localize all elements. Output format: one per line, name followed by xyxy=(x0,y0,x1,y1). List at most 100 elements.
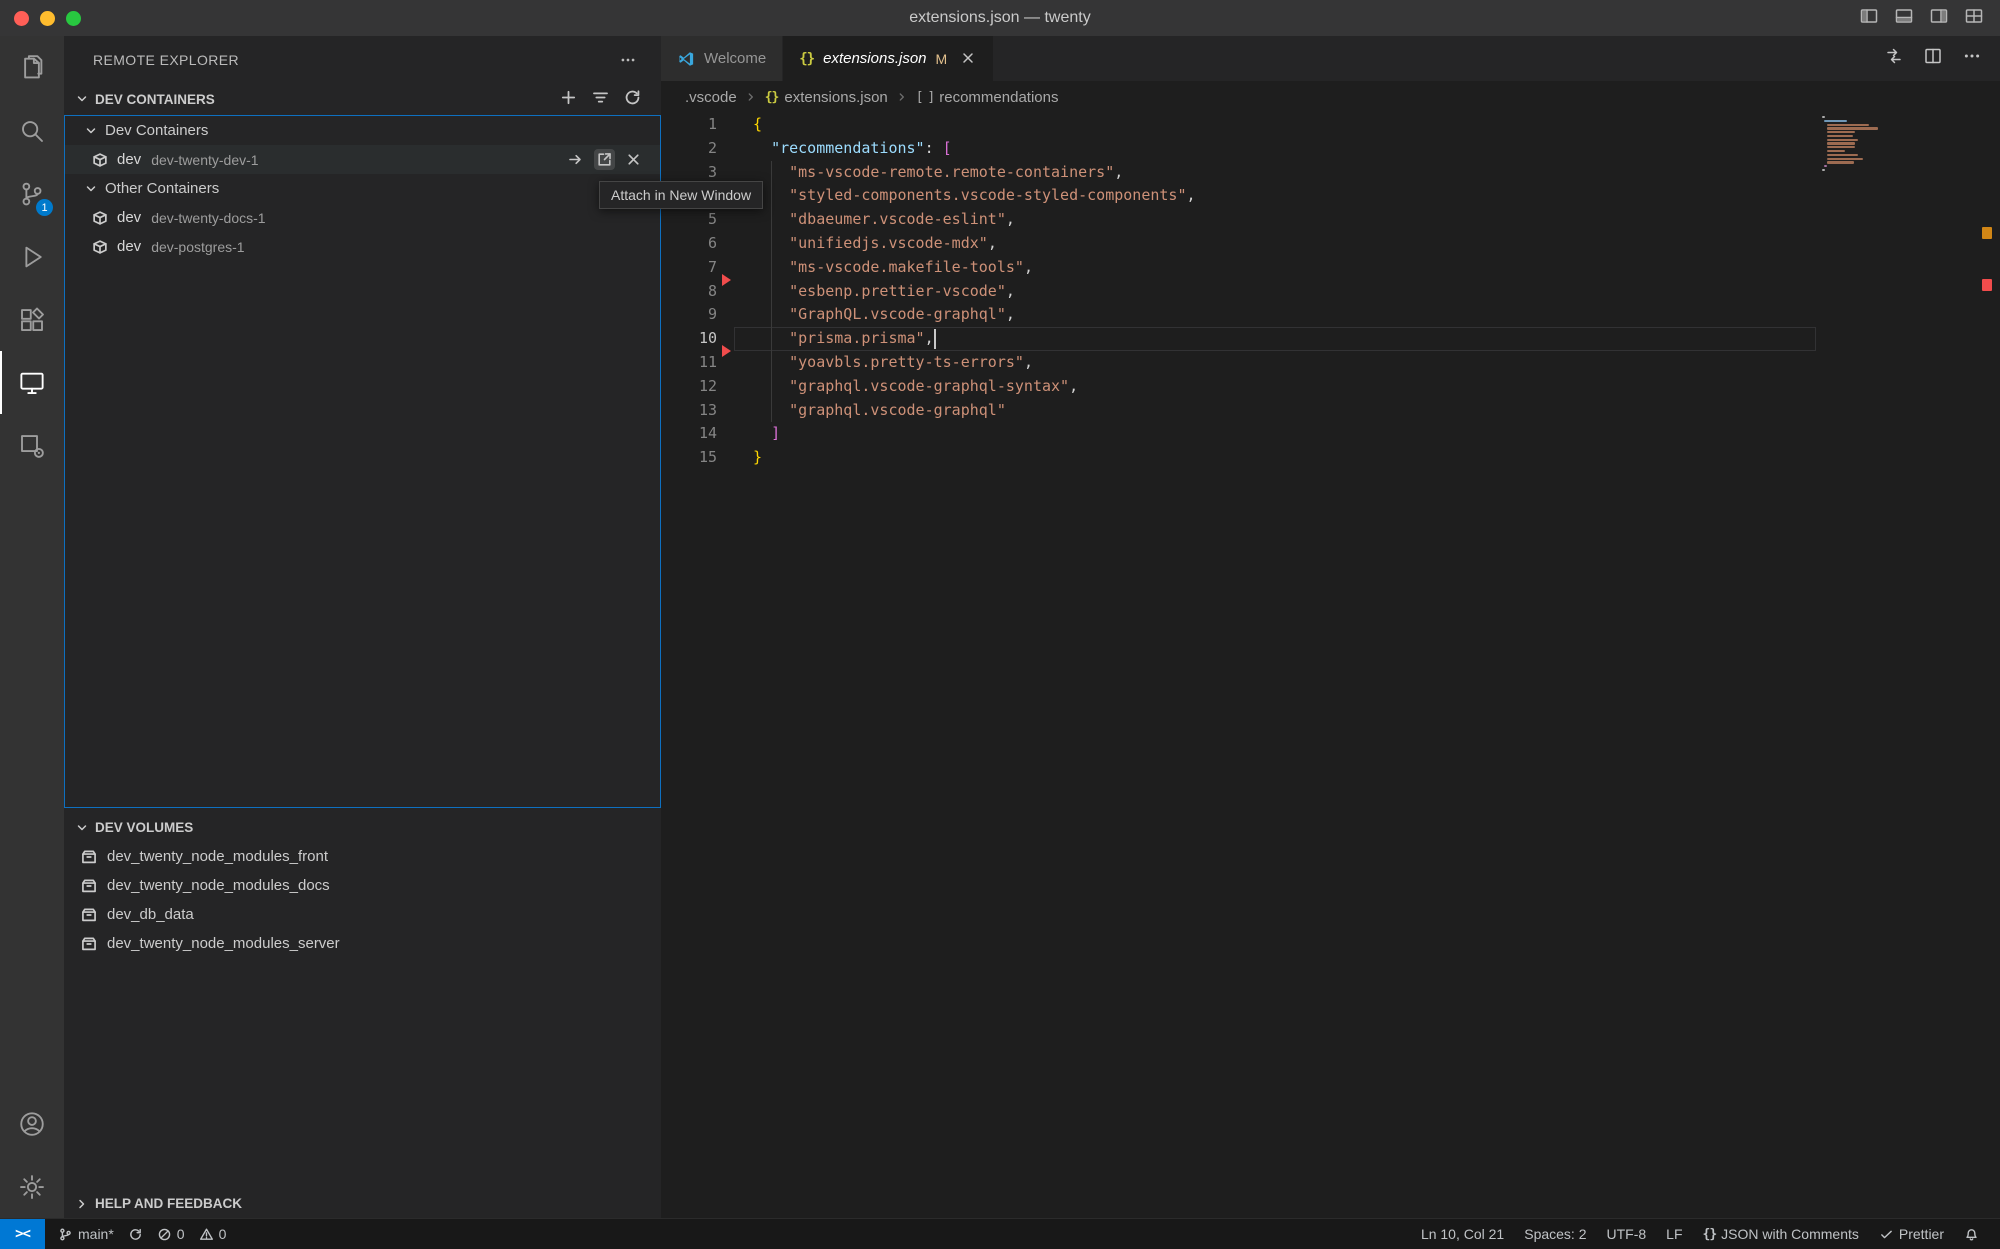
status-language-mode[interactable]: {}JSON with Comments xyxy=(1698,1219,1864,1249)
status-eol-label: LF xyxy=(1666,1226,1682,1242)
split-editor-button[interactable] xyxy=(1923,46,1943,71)
section-header-help-and-feedback[interactable]: HELP AND FEEDBACK xyxy=(64,1189,661,1218)
line-number: 11 xyxy=(661,351,753,375)
stop-container-button[interactable] xyxy=(623,149,644,170)
container-item[interactable]: devdev-postgres-1 xyxy=(65,232,660,261)
sidebar-title-bar: REMOTE EXPLORER xyxy=(64,36,661,83)
titlebar-layout-panel-button[interactable] xyxy=(1894,6,1914,31)
run-debug-icon xyxy=(17,242,47,272)
line-number: 12 xyxy=(661,375,753,399)
filter-button[interactable] xyxy=(591,88,610,110)
layout-sidebar-right-icon xyxy=(1929,6,1949,26)
status-branch[interactable]: main* xyxy=(53,1219,119,1249)
volume-name: dev_db_data xyxy=(107,906,194,923)
code-line-15[interactable]: 15} xyxy=(661,446,2000,470)
close-window-button[interactable] xyxy=(14,11,29,26)
zoom-window-button[interactable] xyxy=(66,11,81,26)
tree-group-other-containers[interactable]: Other Containers xyxy=(65,174,660,203)
status-bar-left: main* 00 xyxy=(45,1219,231,1249)
line-number: 10 xyxy=(661,327,753,351)
section-header-dev-volumes[interactable]: DEV VOLUMES xyxy=(64,813,661,842)
status-encoding[interactable]: UTF-8 xyxy=(1602,1219,1652,1249)
tab-extensions-json[interactable]: {}extensions.jsonM xyxy=(783,36,994,81)
line-number: 7 xyxy=(661,256,753,280)
code-line-9[interactable]: 9 "GraphQL.vscode-graphql", xyxy=(661,303,2000,327)
more-button[interactable] xyxy=(1962,46,1982,71)
more-actions-icon[interactable] xyxy=(619,51,637,69)
breadcrumb-separator xyxy=(744,90,758,104)
status-language-mode-label: JSON with Comments xyxy=(1721,1226,1859,1242)
minimize-window-button[interactable] xyxy=(40,11,55,26)
volume-item[interactable]: dev_twenty_node_modules_front xyxy=(64,842,661,871)
status-formatter[interactable]: Prettier xyxy=(1874,1219,1949,1249)
add-button[interactable] xyxy=(559,88,578,110)
code-line-1[interactable]: 1{ xyxy=(661,113,2000,137)
code-line-14[interactable]: 14 ] xyxy=(661,422,2000,446)
container-item[interactable]: devdev-twenty-dev-1 xyxy=(65,145,660,174)
breadcrumb-item[interactable]: .vscode xyxy=(685,89,737,106)
open-changes-button[interactable] xyxy=(1884,46,1904,71)
status-sync[interactable] xyxy=(123,1219,148,1249)
breadcrumb-item[interactable]: [ ]recommendations xyxy=(916,89,1059,106)
more-icon xyxy=(1962,46,1982,66)
volume-item[interactable]: dev_db_data xyxy=(64,900,661,929)
titlebar-layout-sidebar-button[interactable] xyxy=(1859,6,1879,31)
code-line-5[interactable]: 5 "dbaeumer.vscode-eslint", xyxy=(661,208,2000,232)
status-notifications[interactable] xyxy=(1959,1219,1984,1249)
status-errors[interactable]: 0 xyxy=(152,1219,190,1249)
attach-current-window-button[interactable] xyxy=(565,149,586,170)
containers-icon xyxy=(17,431,47,461)
container-item[interactable]: devdev-twenty-docs-1 xyxy=(65,203,660,232)
editor-actions xyxy=(1884,36,2000,81)
code-line-3[interactable]: 3 "ms-vscode-remote.remote-containers", xyxy=(661,161,2000,185)
code-text: ] xyxy=(753,422,780,446)
status-cursor-position[interactable]: Ln 10, Col 21 xyxy=(1416,1219,1509,1249)
minimap[interactable] xyxy=(1822,116,1893,173)
code-text: "graphql.vscode-graphql" xyxy=(753,399,1006,423)
activity-extensions[interactable] xyxy=(0,288,64,351)
code-line-11[interactable]: 11 "yoavbls.pretty-ts-errors", xyxy=(661,351,2000,375)
activity-containers[interactable] xyxy=(0,414,64,477)
tab-welcome[interactable]: Welcome xyxy=(661,36,783,81)
code-line-7[interactable]: 7 "ms-vscode.makefile-tools", xyxy=(661,256,2000,280)
status-indentation[interactable]: Spaces: 2 xyxy=(1519,1219,1591,1249)
activity-run-debug[interactable] xyxy=(0,225,64,288)
activity-accounts[interactable] xyxy=(0,1092,64,1155)
code-line-8[interactable]: 8 "esbenp.prettier-vscode", xyxy=(661,280,2000,304)
code-line-13[interactable]: 13 "graphql.vscode-graphql" xyxy=(661,399,2000,423)
code-line-2[interactable]: 2 "recommendations": [ xyxy=(661,137,2000,161)
status-warnings[interactable]: 0 xyxy=(194,1219,232,1249)
section-header-dev-containers[interactable]: DEV CONTAINERS xyxy=(64,83,661,115)
titlebar-layout-grid-button[interactable] xyxy=(1964,6,1984,31)
code-text: "ms-vscode.makefile-tools", xyxy=(753,256,1033,280)
attach-new-window-button[interactable] xyxy=(594,149,615,170)
breadcrumb-item[interactable]: {}extensions.json xyxy=(765,89,888,106)
code-line-10[interactable]: 10 "prisma.prisma", xyxy=(661,327,2000,351)
titlebar-layout-sidebar-right-button[interactable] xyxy=(1929,6,1949,31)
status-eol[interactable]: LF xyxy=(1661,1219,1687,1249)
remote-indicator[interactable]: >< xyxy=(0,1219,45,1249)
code-text: "ms-vscode-remote.remote-containers", xyxy=(753,161,1123,185)
refresh-icon xyxy=(623,88,642,107)
activity-source-control[interactable]: 1 xyxy=(0,162,64,225)
code-line-6[interactable]: 6 "unifiedjs.vscode-mdx", xyxy=(661,232,2000,256)
activity-remote-explorer[interactable] xyxy=(0,351,64,414)
volume-item[interactable]: dev_twenty_node_modules_docs xyxy=(64,871,661,900)
activity-explorer[interactable] xyxy=(0,36,64,99)
refresh-button[interactable] xyxy=(623,88,642,110)
volume-name: dev_twenty_node_modules_docs xyxy=(107,877,330,894)
code-editor[interactable]: 1{2 "recommendations": [3 "ms-vscode-rem… xyxy=(661,113,2000,1218)
tree-group-dev-containers[interactable]: Dev Containers xyxy=(65,116,660,145)
activity-search[interactable] xyxy=(0,99,64,162)
volume-item[interactable]: dev_twenty_node_modules_server xyxy=(64,929,661,958)
tab-label: Welcome xyxy=(704,50,766,67)
code-line-12[interactable]: 12 "graphql.vscode-graphql-syntax", xyxy=(661,375,2000,399)
filter-icon xyxy=(591,88,610,107)
remote-explorer-icon xyxy=(17,368,47,398)
code-text: "recommendations": [ xyxy=(753,137,952,161)
titlebar-layout-actions xyxy=(1859,0,1984,36)
code-line-4[interactable]: 4 "styled-components.vscode-styled-compo… xyxy=(661,184,2000,208)
activity-settings[interactable] xyxy=(0,1155,64,1218)
line-number: 6 xyxy=(661,232,753,256)
close-tab-button[interactable] xyxy=(960,50,977,67)
